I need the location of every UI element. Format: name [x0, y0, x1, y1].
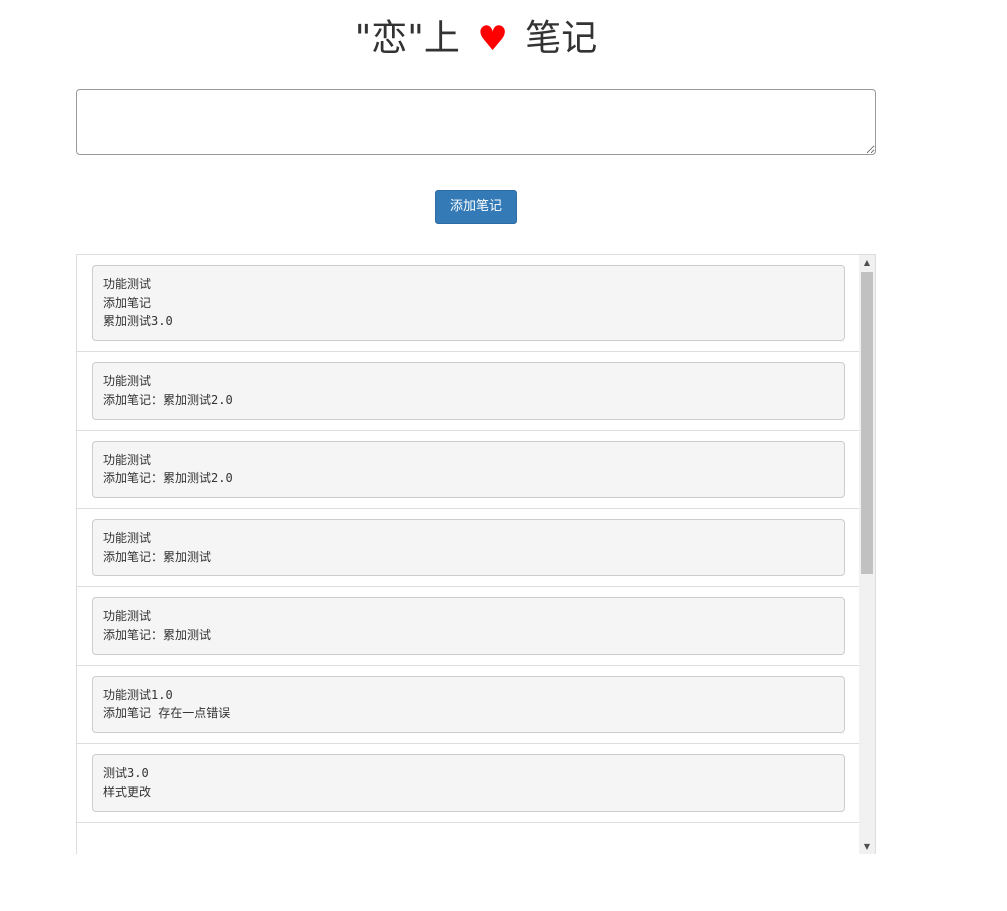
note-content: 功能测试 添加笔记：累加测试 [92, 518, 845, 577]
list-item: 功能测试 添加笔记：累加测试2.0 [77, 431, 860, 509]
scrollbar-thumb[interactable] [861, 272, 873, 574]
scroll-up-arrow-icon[interactable]: ▲ [859, 255, 875, 271]
list-item: 功能测试 添加笔记：累加测试 [77, 587, 860, 666]
note-content: 功能测试 添加笔记：累加测试 [92, 597, 845, 655]
vertical-scrollbar[interactable]: ▲ ▼ [859, 255, 875, 854]
list-item: 功能测试1.0 添加笔记 存在一点错误 [77, 666, 860, 745]
note-content: 功能测试 添加笔记 累加测试3.0 [92, 265, 845, 342]
list-item: 功能测试 添加笔记 累加测试3.0 [77, 255, 860, 353]
note-input[interactable] [76, 89, 876, 155]
note-content: 功能测试 添加笔记：累加测试2.0 [92, 440, 845, 498]
notes-list-panel: 功能测试 添加笔记 累加测试3.0 功能测试 添加笔记：累加测试2.0 功能测试… [76, 254, 876, 854]
heart-icon: ♥ [477, 19, 508, 59]
note-content: 功能测试1.0 添加笔记 存在一点错误 [92, 675, 845, 734]
notes-list[interactable]: 功能测试 添加笔记 累加测试3.0 功能测试 添加笔记：累加测试2.0 功能测试… [77, 255, 860, 854]
note-content: 功能测试 添加笔记：累加测试2.0 [92, 362, 845, 420]
note-content: 测试3.0 样式更改 [92, 754, 845, 812]
list-item: 功能测试 添加笔记：累加测试 [77, 509, 860, 588]
list-item: 功能测试 添加笔记：累加测试2.0 [77, 352, 860, 431]
title-suffix: 笔记 [525, 18, 598, 59]
page-title: "恋"上 ♥ 笔记 [0, 14, 952, 64]
add-note-button[interactable]: 添加笔记 [435, 190, 517, 224]
scroll-down-arrow-icon[interactable]: ▼ [859, 839, 875, 854]
list-item: 测试3.0 样式更改 [77, 744, 860, 823]
title-prefix: "恋"上 [354, 18, 460, 59]
